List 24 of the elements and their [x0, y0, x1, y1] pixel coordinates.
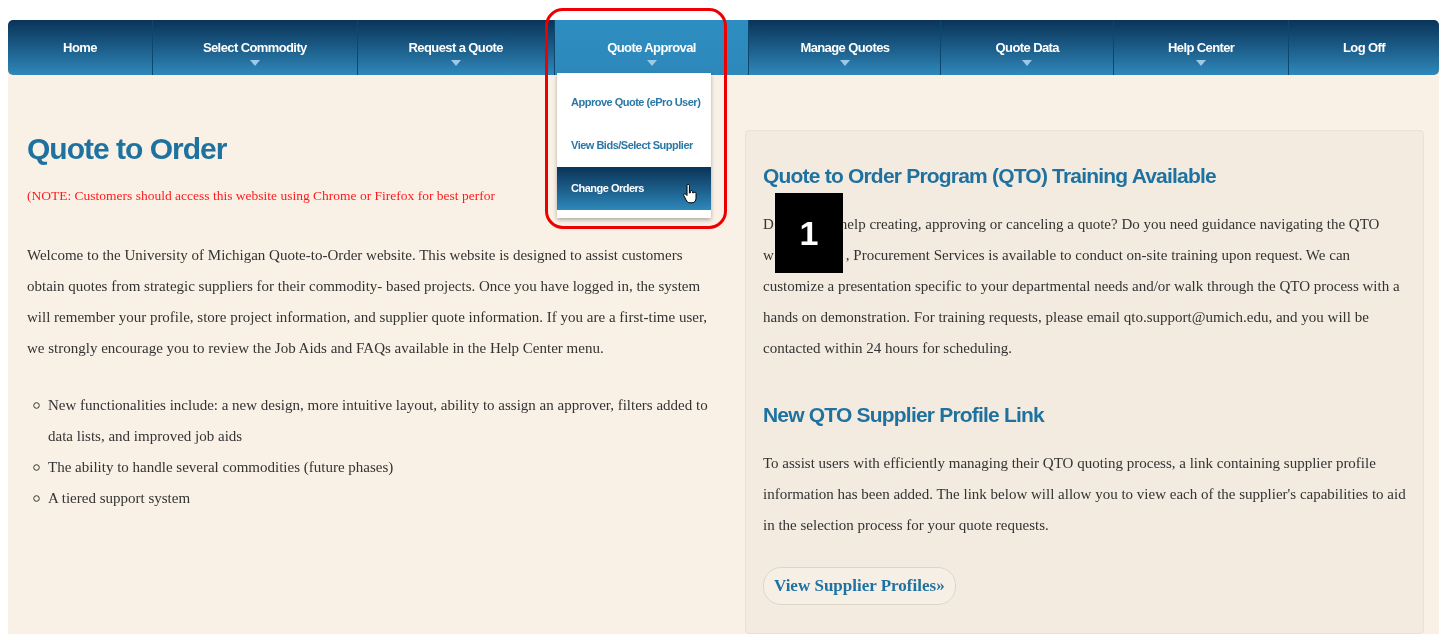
section-text: D	[763, 215, 774, 234]
callout-badge: 1	[775, 193, 843, 273]
bullet-icon	[33, 402, 40, 410]
intro-paragraph: Welcome to the University of Michigan Quote-to-Order website. This website is designed to assist customers obtain quotes from strategic suppliers for their commodity- based projects. Once you have logged in, the system will remember your profile, store project information, and supplier quote information. If you are a first-time user, we strongly encourage you to review the Job Aids and FAQs available in the Help Center menu.	[27, 246, 709, 359]
section-text: customize a presentation specific to your departmental needs and/or walk through the QTO process with a hands on demonstration. For training requests, please email qto.support@umich.edu, and you will be contacted within 24 hours for scheduling.	[763, 277, 1401, 358]
section-heading: New QTO Supplier Profile Link	[763, 402, 1046, 428]
bullet-icon	[33, 495, 40, 503]
menu-item[interactable]: Change Orders	[557, 167, 711, 210]
nav-tab[interactable]: Quote Approval	[554, 20, 750, 75]
pointer-hand-icon	[683, 183, 697, 204]
nav-tab[interactable]: Log Off	[1289, 20, 1439, 75]
page-title: Quote to Order	[27, 131, 227, 167]
bullet-text: The ability to handle several commodities (future phases)	[48, 458, 394, 478]
view-profiles-button[interactable]: View Supplier Profiles»	[763, 567, 956, 605]
bullet-text: New functionalities include: a new design, more intuitive layout, ability to assign an approver, filters added to data lists, and improved job aids	[48, 396, 709, 447]
menu-item[interactable]: View Bids/Select Supplier	[557, 124, 711, 167]
section-text: w	[763, 246, 774, 265]
bullet-text: A tiered support system	[48, 489, 191, 509]
menu-item[interactable]: Approve Quote (ePro User)	[557, 81, 711, 124]
section-heading: Quote to Order Program (QTO) Training Available	[763, 163, 1217, 189]
section-text: , Procurement Services is available to conduct on-site training upon request. We can	[845, 246, 1351, 265]
section-text: To assist users with efficiently managing their QTO quoting process, a link containing supplier profile information has been added. The link below will allow you to view each of the supplier's capabilities to aid in the selection process for your quote requests.	[763, 454, 1406, 535]
browser-note: (NOTE: Customers should access this website using Chrome or Firefox for best perfor	[27, 187, 495, 205]
bullet-icon	[33, 464, 40, 472]
